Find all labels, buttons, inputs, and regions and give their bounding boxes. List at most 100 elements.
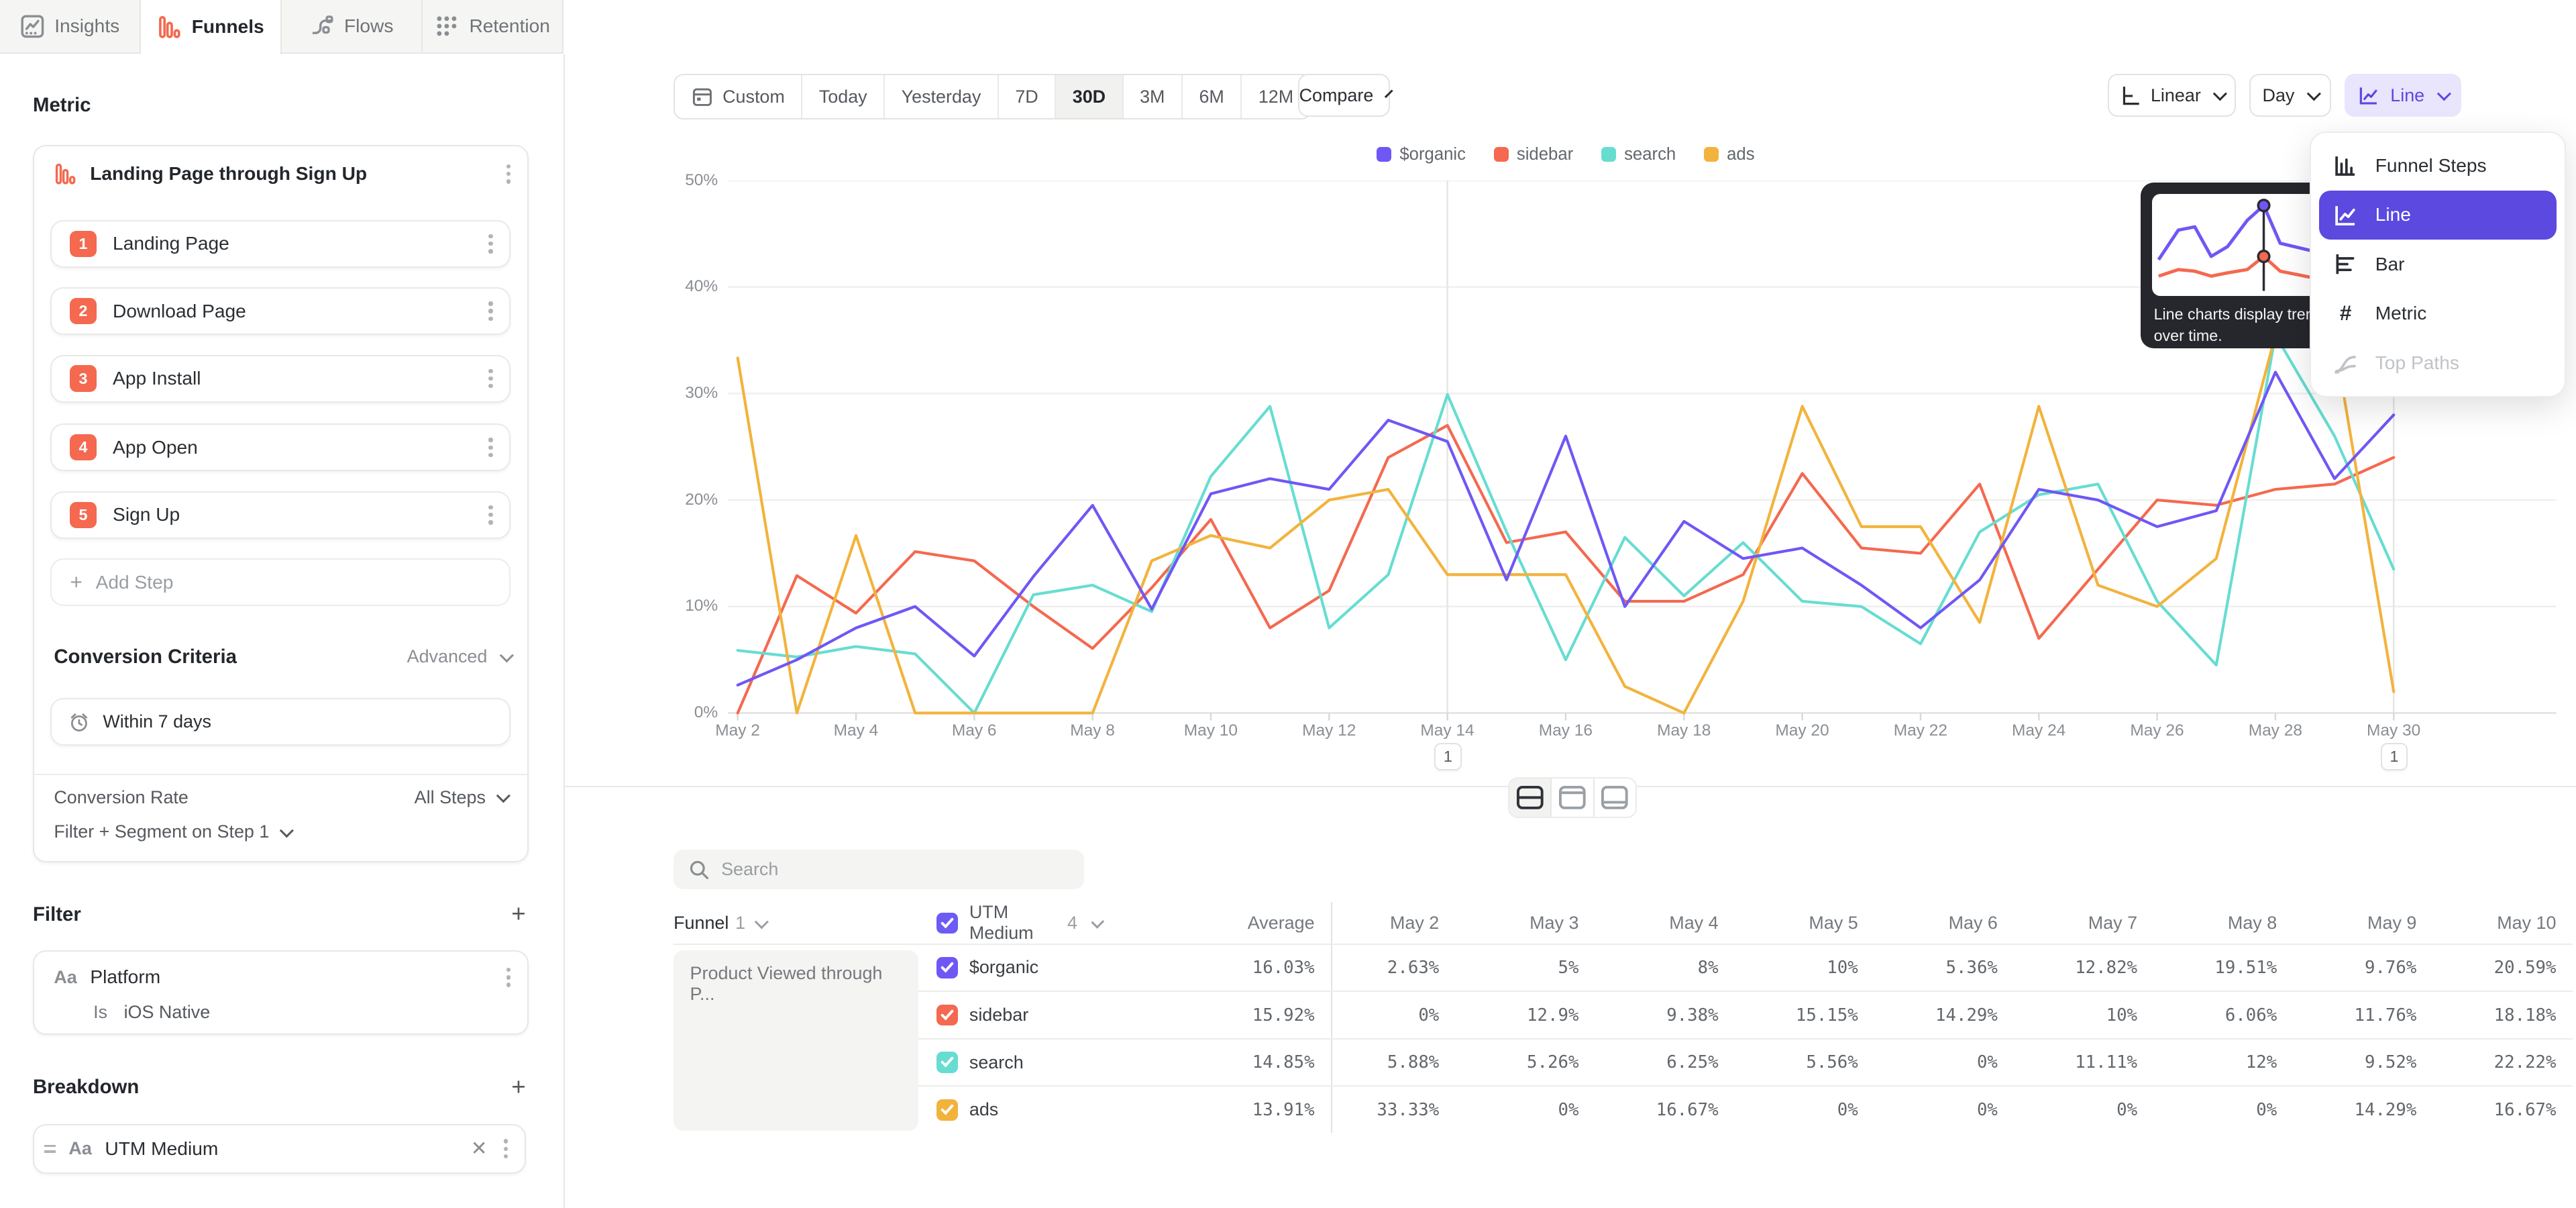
average-value: 16.03% [1101,945,1332,991]
kebab-menu-icon[interactable] [503,964,514,991]
tab-funnels[interactable]: Funnels [141,0,282,54]
kebab-menu-icon[interactable] [503,161,514,187]
x-tick-label: May 10 [1161,721,1260,740]
filter-value[interactable]: iOS Native [124,1002,211,1023]
tab-retention[interactable]: Retention [423,0,564,52]
metric-heading: Metric [33,94,91,117]
cell-value: 12.9% [1472,1005,1611,1025]
metric-card-header: Landing Page through Sign Up [54,159,514,189]
kebab-menu-icon[interactable] [485,366,496,392]
main-panel: CustomTodayYesterday7D30D3M6M12M Compare… [565,0,2576,1208]
table-row-organic: $organic16.03%2.63%5%8%10%5.36%12.82%19.… [674,944,2573,991]
annotation-badge[interactable]: 1 [1434,743,1462,770]
search-input[interactable]: Search [674,850,1084,889]
conversion-window-card[interactable]: Within 7 days [50,698,511,746]
insights-icon [20,14,45,39]
y-tick-label: 50% [629,171,718,190]
menu-item-bar[interactable]: Bar [2319,240,2557,289]
cell-value: 6.06% [2170,1005,2310,1025]
date-range-7d[interactable]: 7D [999,75,1056,118]
select-all-checkbox[interactable] [936,913,958,934]
all-steps-dropdown[interactable]: All Steps [415,787,508,808]
cell-value: 5% [1472,958,1611,978]
date-range-6m[interactable]: 6M [1183,75,1242,118]
chart-only-view-toggle[interactable] [1552,778,1594,816]
split-view-icon [1516,785,1544,810]
filter-operator[interactable]: Is [93,1002,107,1023]
cell-value: 2.63% [1332,958,1472,978]
drag-handle-icon[interactable] [44,1145,56,1153]
cell-value: 0% [2031,1100,2170,1120]
menu-item-funnel-steps[interactable]: Funnel Steps [2319,141,2557,190]
advanced-dropdown[interactable]: Advanced [407,646,511,667]
tab-insights[interactable]: Insights [0,0,141,52]
add-filter-button[interactable]: + [511,902,525,927]
axis-icon [2119,85,2141,106]
chart-type-menu: Funnel StepsLineBar#MetricTop Paths [2310,132,2566,397]
day-column-header: May 2 [1332,913,1472,934]
row-checkbox[interactable] [936,957,958,978]
date-range-yesterday[interactable]: Yesterday [885,75,999,118]
breakdown-card-utm-medium[interactable]: Aa UTM Medium ✕ [33,1124,526,1173]
kebab-menu-icon[interactable] [500,1136,511,1162]
row-checkbox[interactable] [936,1052,958,1073]
kebab-menu-icon[interactable] [485,231,496,257]
chevron-down-icon [2436,87,2451,102]
date-range-custom[interactable]: Custom [675,75,802,118]
table-row-search: search14.85%5.88%5.26%6.25%5.56%0%11.11%… [674,1038,2573,1086]
funnel-step-3[interactable]: 3App Install [50,355,511,403]
x-tick-label: May 8 [1043,721,1142,740]
tab-flows[interactable]: Flows [282,0,423,52]
cell-value: 9.76% [2310,958,2449,978]
kebab-menu-icon[interactable] [485,502,496,528]
row-checkbox[interactable] [936,1005,958,1026]
funnel-step-5[interactable]: 5Sign Up [50,491,511,539]
date-range-3m[interactable]: 3M [1124,75,1183,118]
retention-icon [435,14,460,39]
menu-item-metric[interactable]: #Metric [2319,289,2557,338]
text-property-icon: Aa [68,1138,91,1159]
menu-item-line[interactable]: Line [2319,191,2557,240]
cell-value: 22.22% [2449,1052,2576,1072]
cell-value: 9.52% [2310,1052,2449,1072]
x-tick-label: May 6 [925,721,1024,740]
breakdown-heading-row: Breakdown + [33,1075,526,1100]
legend-item-ads[interactable]: ads [1704,145,1755,164]
row-checkbox[interactable] [936,1099,958,1121]
date-range-30d[interactable]: 30D [1056,75,1123,118]
compare-button[interactable]: Compare [1298,74,1390,117]
date-range-today[interactable]: Today [802,75,885,118]
legend-item-search[interactable]: search [1601,145,1676,164]
legend-item-sidebar[interactable]: sidebar [1494,145,1574,164]
cell-value: 0% [1332,1005,1472,1025]
add-step-button[interactable]: + Add Step [50,558,511,606]
breakdown-column-dropdown[interactable]: UTM Medium 4 [920,902,1100,944]
legend-swatch [1494,147,1509,162]
x-tick-label: May 26 [2108,721,2206,740]
funnel-step-2[interactable]: 2Download Page [50,287,511,335]
split-view-toggle[interactable] [1509,778,1552,816]
table-only-view-toggle[interactable] [1595,778,1635,816]
chart-type-dropdown[interactable]: Line [2345,74,2461,117]
kebab-menu-icon[interactable] [485,435,496,461]
y-tick-label: 40% [629,277,718,296]
annotation-badge[interactable]: 1 [2381,743,2408,770]
day-column-header: May 3 [1472,913,1611,934]
cell-value: 33.33% [1332,1100,1472,1120]
scale-dropdown[interactable]: Linear [2108,74,2236,117]
interval-dropdown[interactable]: Day [2249,74,2331,117]
filter-card-platform[interactable]: Aa Platform Is iOS Native [33,950,529,1035]
cell-value: 10% [2031,1005,2170,1025]
average-column-header: Average [1101,902,1332,944]
clock-icon [68,711,90,733]
filter-segment-dropdown[interactable]: Filter + Segment on Step 1 [54,821,290,842]
close-icon[interactable]: ✕ [471,1137,488,1160]
legend-item-organic[interactable]: $organic [1377,145,1466,164]
kebab-menu-icon[interactable] [485,298,496,324]
breakdown-property-name: UTM Medium [105,1138,458,1160]
add-breakdown-button[interactable]: + [511,1075,525,1100]
funnel-step-4[interactable]: 4App Open [50,423,511,471]
funnel-column-dropdown[interactable]: Funnel 1 [674,913,920,934]
step-number-badge: 4 [70,434,96,460]
funnel-step-1[interactable]: 1Landing Page [50,220,511,268]
